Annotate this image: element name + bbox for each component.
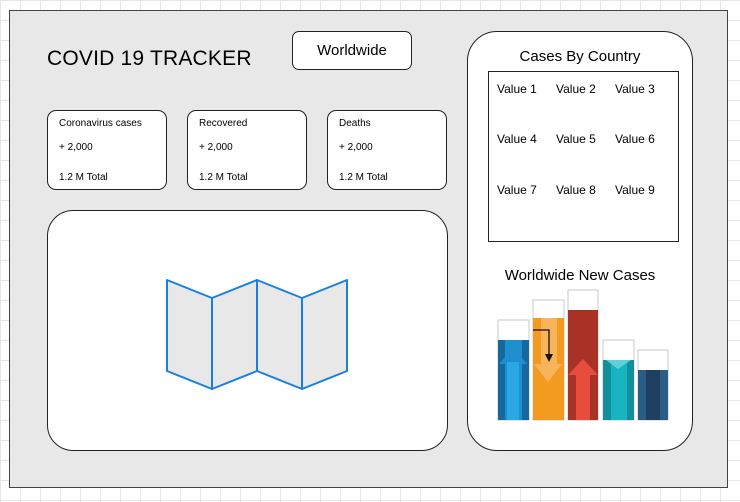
stat-new: + 2,000 [339,142,373,153]
stat-card-recovered[interactable]: Recovered + 2,000 1.2 M Total [187,110,307,190]
table-cell[interactable]: Value 6 [615,132,674,182]
table-cell[interactable]: Value 1 [497,82,556,132]
stat-total: 1.2 M Total [339,172,388,183]
stat-card-cases[interactable]: Coronavirus cases + 2,000 1.2 M Total [47,110,167,190]
sidebar-panel: Cases By Country Value 1 Value 2 Value 3… [467,31,693,451]
folded-map-icon [166,279,348,390]
stat-label: Coronavirus cases [59,118,142,129]
stat-total: 1.2 M Total [199,172,248,183]
table-cell[interactable]: Value 8 [556,183,615,233]
bar-chart-arrows-icon [497,289,669,421]
table-cell[interactable]: Value 2 [556,82,615,132]
stat-card-deaths[interactable]: Deaths + 2,000 1.2 M Total [327,110,447,190]
table-cell[interactable]: Value 3 [615,82,674,132]
region-selector-button[interactable]: Worldwide [292,31,412,70]
cases-by-country-table: Value 1 Value 2 Value 3 Value 4 Value 5 … [488,71,679,242]
chart-title: Worldwide New Cases [504,267,656,284]
page-title: COVID 19 TRACKER [47,47,252,70]
table-cell[interactable]: Value 5 [556,132,615,182]
stat-new: + 2,000 [199,142,233,153]
table-title: Cases By Country [519,48,641,65]
stat-total: 1.2 M Total [59,172,108,183]
table-cell[interactable]: Value 7 [497,183,556,233]
stat-label: Recovered [199,118,248,129]
stat-new: + 2,000 [59,142,93,153]
stat-label: Deaths [339,118,371,129]
map-panel[interactable] [47,210,448,451]
table-cell[interactable]: Value 4 [497,132,556,182]
table-cell[interactable]: Value 9 [615,183,674,233]
